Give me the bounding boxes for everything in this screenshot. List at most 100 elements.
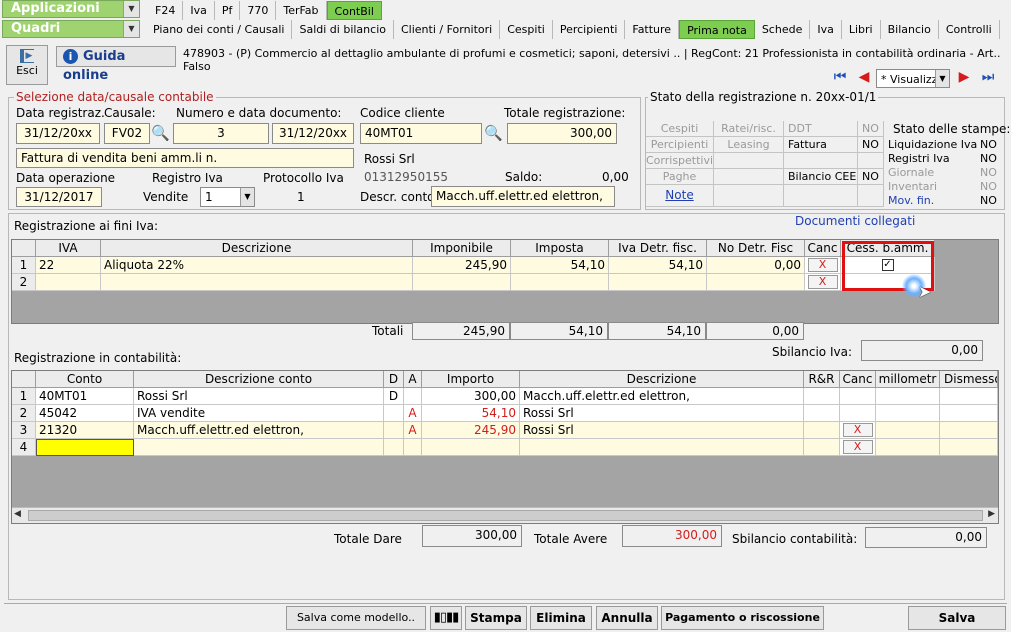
salva-modello-button[interactable]: Salva come modello..: [286, 606, 426, 630]
tab-libri[interactable]: Libri: [842, 20, 881, 39]
millometr-cell[interactable]: [876, 439, 940, 456]
tab-f24[interactable]: F24: [148, 1, 184, 20]
tab-prima-nota[interactable]: Prima nota: [679, 20, 755, 39]
totale-registrazione-field[interactable]: 300,00: [507, 123, 617, 144]
tab-pf[interactable]: Pf: [215, 1, 241, 20]
detr-cell[interactable]: 54,10: [609, 257, 707, 274]
documenti-collegati-link[interactable]: Documenti collegati: [795, 214, 915, 228]
importo-cell[interactable]: 245,90: [422, 422, 520, 439]
prev-record-icon[interactable]: ◀: [854, 68, 874, 88]
imponibile-cell[interactable]: [413, 274, 511, 291]
esci-button[interactable]: ▶ Esci: [6, 45, 48, 85]
descr-conto-field[interactable]: Macch.uff.elettr.ed elettron,: [431, 186, 615, 207]
tab-piano-conti[interactable]: Piano dei conti / Causali: [146, 20, 293, 39]
pagamento-riscossione-button[interactable]: Pagamento o riscossione: [661, 606, 824, 630]
dismesso-cell[interactable]: [940, 405, 998, 422]
descr-conto-cell[interactable]: IVA vendite: [134, 405, 384, 422]
conto-cell-active[interactable]: [36, 439, 134, 456]
millometr-cell[interactable]: [876, 388, 940, 405]
iva-cell[interactable]: 22: [36, 257, 101, 274]
registro-iva-select[interactable]: 1 ▼: [200, 187, 255, 207]
rr-cell[interactable]: [804, 405, 840, 422]
dismesso-cell[interactable]: [940, 439, 998, 456]
tab-saldi-bilancio[interactable]: Saldi di bilancio: [292, 20, 394, 39]
dare-cell[interactable]: D: [384, 388, 404, 405]
codice-cliente-field[interactable]: 40MT01: [360, 123, 482, 144]
nodetr-cell[interactable]: [707, 274, 805, 291]
delete-row-button[interactable]: X: [842, 440, 873, 454]
tab-770[interactable]: 770: [240, 1, 277, 20]
tab-bilancio[interactable]: Bilancio: [881, 20, 939, 39]
scrollbar-thumb[interactable]: [28, 510, 983, 521]
last-record-icon[interactable]: ⏭: [978, 68, 998, 88]
avere-cell[interactable]: A: [404, 422, 422, 439]
descrizione-cell[interactable]: Rossi Srl: [520, 422, 804, 439]
imponibile-cell[interactable]: 245,90: [413, 257, 511, 274]
descrizione-causale-field[interactable]: Fattura di vendita beni amm.li n.: [16, 148, 354, 168]
tab-schede[interactable]: Schede: [755, 20, 811, 39]
importo-cell[interactable]: 300,00: [422, 388, 520, 405]
scroll-left-icon[interactable]: ◀: [14, 509, 21, 519]
scroll-right-icon[interactable]: ▶: [988, 509, 995, 519]
imposta-cell[interactable]: [511, 274, 609, 291]
data-operazione-field[interactable]: 31/12/2017: [16, 187, 102, 207]
numero-documento-field[interactable]: 3: [173, 123, 269, 144]
tab-iva[interactable]: Iva: [183, 1, 215, 20]
barcode-icon[interactable]: ▮▯▮▮: [430, 606, 462, 630]
dare-cell[interactable]: [384, 422, 404, 439]
rr-cell[interactable]: [804, 439, 840, 456]
descrizione-cell[interactable]: Aliquota 22%: [101, 257, 413, 274]
delete-row-button[interactable]: X: [842, 423, 873, 437]
descrizione-cell[interactable]: [520, 439, 804, 456]
millometr-cell[interactable]: [876, 405, 940, 422]
note-link[interactable]: Note: [646, 185, 714, 207]
causale-field[interactable]: FV02: [104, 123, 150, 144]
descr-conto-cell[interactable]: [134, 439, 384, 456]
tab-percipienti[interactable]: Percipienti: [553, 20, 626, 39]
descrizione-cell[interactable]: Rossi Srl: [520, 405, 804, 422]
rr-cell[interactable]: [804, 388, 840, 405]
stampa-button[interactable]: Stampa: [465, 606, 527, 630]
salva-button[interactable]: Salva: [908, 606, 1006, 630]
descr-conto-cell[interactable]: Macch.uff.elettr.ed elettron,: [134, 422, 384, 439]
conto-cell[interactable]: 40MT01: [36, 388, 134, 405]
imposta-cell[interactable]: 54,10: [511, 257, 609, 274]
tab-cespiti[interactable]: Cespiti: [500, 20, 553, 39]
data-documento-field[interactable]: 31/12/20xx: [272, 123, 354, 144]
dare-cell[interactable]: [384, 405, 404, 422]
detr-cell[interactable]: [609, 274, 707, 291]
view-select[interactable]: * Visualizz ▼: [876, 69, 950, 88]
tab-clienti-fornitori[interactable]: Clienti / Fornitori: [394, 20, 501, 39]
rr-cell[interactable]: [804, 422, 840, 439]
descrizione-cell[interactable]: [101, 274, 413, 291]
avere-cell[interactable]: [404, 388, 422, 405]
tab-fatture[interactable]: Fatture: [625, 20, 680, 39]
nodetr-cell[interactable]: 0,00: [707, 257, 805, 274]
dare-cell[interactable]: [384, 439, 404, 456]
applicazioni-combo[interactable]: Applicazioni ▼: [2, 0, 140, 18]
conto-cell[interactable]: 21320: [36, 422, 134, 439]
descrizione-cell[interactable]: Macch.uff.elettr.ed elettron,: [520, 388, 804, 405]
elimina-button[interactable]: Elimina: [530, 606, 592, 630]
dismesso-cell[interactable]: [940, 422, 998, 439]
dismesso-cell[interactable]: [940, 388, 998, 405]
tab-terfab[interactable]: TerFab: [276, 1, 327, 20]
search-icon[interactable]: 🔍: [151, 124, 170, 142]
delete-row-button[interactable]: X: [807, 258, 838, 272]
chevron-down-icon[interactable]: ▼: [123, 21, 139, 37]
tab-iva2[interactable]: Iva: [810, 20, 842, 39]
search-icon[interactable]: 🔍: [484, 124, 503, 142]
avere-cell[interactable]: A: [404, 405, 422, 422]
iva-cell[interactable]: [36, 274, 101, 291]
tab-contbil[interactable]: ContBil: [326, 1, 382, 20]
annulla-button[interactable]: Annulla: [596, 606, 658, 630]
millometr-cell[interactable]: [876, 422, 940, 439]
quadri-combo[interactable]: Quadri ▼: [2, 20, 140, 38]
first-record-icon[interactable]: ⏮: [830, 68, 850, 88]
avere-cell[interactable]: [404, 439, 422, 456]
next-record-icon[interactable]: ▶: [954, 68, 974, 88]
chevron-down-icon[interactable]: ▼: [123, 1, 139, 17]
data-registraz-field[interactable]: 31/12/20xx: [16, 123, 100, 144]
importo-cell[interactable]: [422, 439, 520, 456]
tab-controlli[interactable]: Controlli: [939, 20, 1000, 39]
